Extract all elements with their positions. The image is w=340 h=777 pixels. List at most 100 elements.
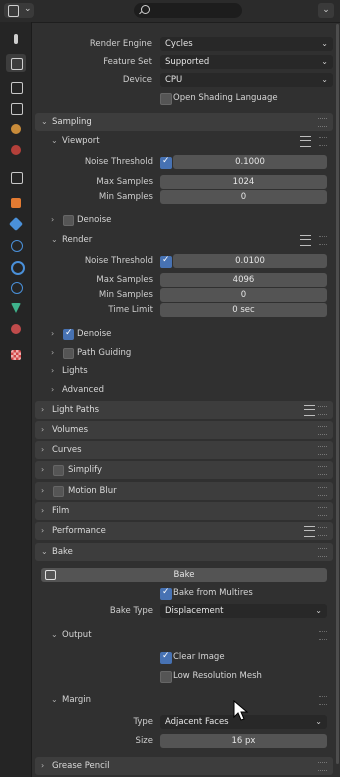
panel-title: Curves <box>52 445 82 455</box>
low-res-mesh-checkbox[interactable] <box>160 671 172 683</box>
margin-size-field[interactable]: 16 px <box>160 734 327 748</box>
feature-set-dropdown[interactable]: Supported ⌄ <box>160 55 333 69</box>
noise-threshold-field[interactable]: 0.1000 <box>173 155 327 169</box>
clear-image-checkbox[interactable] <box>160 651 172 664</box>
max-samples-field[interactable]: 1024 <box>160 175 327 189</box>
drag-handle-icon[interactable] <box>319 631 327 640</box>
panel-volumes[interactable]: › Volumes <box>35 421 333 439</box>
bake-icon <box>45 570 56 580</box>
presets-list-icon[interactable] <box>300 136 311 147</box>
presets-list-icon[interactable] <box>304 405 315 416</box>
subpanel-render[interactable]: ⌄ Render <box>43 231 329 249</box>
max-samples-field[interactable]: 4096 <box>160 273 327 287</box>
min-samples-field[interactable]: 0 <box>160 190 327 204</box>
subpanel-advanced[interactable]: › Advanced <box>43 381 329 399</box>
drag-handle-icon[interactable] <box>319 137 327 146</box>
bake-type-dropdown[interactable]: Displacement ⌄ <box>160 604 327 618</box>
physics-icon <box>11 261 25 275</box>
drag-handle-icon[interactable] <box>318 527 327 536</box>
bake-type-value: Displacement <box>165 606 224 616</box>
drag-handle-icon[interactable] <box>318 507 327 516</box>
chevron-down-icon: ⌄ <box>315 606 322 615</box>
drag-handle-icon[interactable] <box>318 548 327 557</box>
bake-from-multires-checkbox[interactable] <box>160 587 172 600</box>
subpanel-output[interactable]: ⌄ Output <box>43 626 329 644</box>
drag-handle-icon[interactable] <box>318 118 327 127</box>
drag-handle-icon[interactable] <box>319 696 327 705</box>
presets-list-icon[interactable] <box>300 235 311 246</box>
subpanel-render-denoise[interactable]: › Denoise <box>43 325 329 343</box>
tab-collection[interactable] <box>9 170 23 184</box>
tab-tool[interactable] <box>9 32 23 46</box>
search-input[interactable] <box>134 3 242 18</box>
options-dropdown[interactable]: ⌄ <box>318 3 334 18</box>
panel-grease-pencil[interactable]: › Grease Pencil <box>35 757 333 775</box>
collapse-arrow-icon: ⌄ <box>51 235 58 244</box>
noise-threshold-checkbox[interactable] <box>160 255 172 268</box>
editor-type-selector[interactable]: ⌄ <box>4 3 34 18</box>
panel-light-paths[interactable]: › Light Paths <box>35 401 333 419</box>
panel-title: Grease Pencil <box>52 761 110 771</box>
drag-handle-icon[interactable] <box>318 426 327 435</box>
tab-texture[interactable] <box>9 348 23 362</box>
tab-material[interactable] <box>9 322 23 336</box>
tab-constraints[interactable] <box>9 280 23 294</box>
constraints-icon <box>11 282 23 294</box>
bake-button-label: Bake <box>173 570 195 580</box>
subpanel-lights[interactable]: › Lights <box>43 362 329 380</box>
simplify-checkbox[interactable] <box>53 465 64 476</box>
panel-curves[interactable]: › Curves <box>35 441 333 459</box>
view-layer-icon <box>11 103 23 115</box>
scrollbar[interactable] <box>336 24 339 764</box>
panel-bake[interactable]: ⌄ Bake <box>35 543 333 561</box>
osl-checkbox[interactable] <box>160 93 172 105</box>
panel-sampling[interactable]: ⌄ Sampling <box>35 113 333 131</box>
min-samples-field[interactable]: 0 <box>160 288 327 302</box>
subpanel-viewport-denoise[interactable]: › Denoise <box>43 211 329 229</box>
drag-handle-icon[interactable] <box>318 762 327 771</box>
tab-output[interactable] <box>9 80 23 94</box>
drag-handle-icon[interactable] <box>318 487 327 496</box>
texture-icon <box>11 350 21 360</box>
tab-render[interactable] <box>6 54 26 72</box>
tab-physics[interactable] <box>9 259 25 275</box>
tab-world[interactable] <box>9 143 23 157</box>
max-samples-label: Max Samples <box>96 275 153 285</box>
chevron-down-icon: ⌄ <box>321 39 328 48</box>
motion-blur-checkbox[interactable] <box>53 486 64 497</box>
device-dropdown[interactable]: CPU ⌄ <box>160 73 333 87</box>
subpanel-title: Denoise <box>77 329 112 339</box>
drag-handle-icon[interactable] <box>318 466 327 475</box>
panel-performance[interactable]: › Performance <box>35 522 333 540</box>
time-limit-field[interactable]: 0 sec <box>160 303 327 317</box>
drag-handle-icon[interactable] <box>318 446 327 455</box>
particles-icon <box>11 240 23 252</box>
subpanel-path-guiding[interactable]: › Path Guiding <box>43 344 329 362</box>
subpanel-viewport[interactable]: ⌄ Viewport <box>43 132 329 150</box>
tab-view-layer[interactable] <box>9 101 23 115</box>
min-samples-label: Min Samples <box>98 192 153 202</box>
subpanel-margin[interactable]: ⌄ Margin <box>43 691 329 709</box>
tab-scene[interactable] <box>9 122 23 136</box>
tab-object[interactable] <box>9 196 23 210</box>
tab-particles[interactable] <box>9 238 23 252</box>
panel-simplify[interactable]: › Simplify <box>35 461 333 479</box>
subpanel-title: Margin <box>62 695 92 705</box>
drag-handle-icon[interactable] <box>319 236 327 245</box>
panel-title: Sampling <box>52 117 92 127</box>
tab-modifiers[interactable] <box>8 216 24 232</box>
denoise-checkbox[interactable] <box>63 328 74 340</box>
subpanel-title: Output <box>62 630 92 640</box>
expand-arrow-icon: › <box>51 329 55 338</box>
noise-threshold-checkbox[interactable] <box>160 156 172 169</box>
denoise-checkbox[interactable] <box>63 215 74 226</box>
render-engine-dropdown[interactable]: Cycles ⌄ <box>160 37 333 51</box>
panel-film[interactable]: › Film <box>35 502 333 520</box>
tab-data[interactable] <box>9 301 23 315</box>
path-guiding-checkbox[interactable] <box>63 348 74 359</box>
noise-threshold-field[interactable]: 0.0100 <box>173 254 327 268</box>
drag-handle-icon[interactable] <box>318 406 327 415</box>
presets-list-icon[interactable] <box>304 526 315 537</box>
panel-motion-blur[interactable]: › Motion Blur <box>35 482 333 500</box>
bake-button[interactable]: Bake <box>41 568 327 582</box>
